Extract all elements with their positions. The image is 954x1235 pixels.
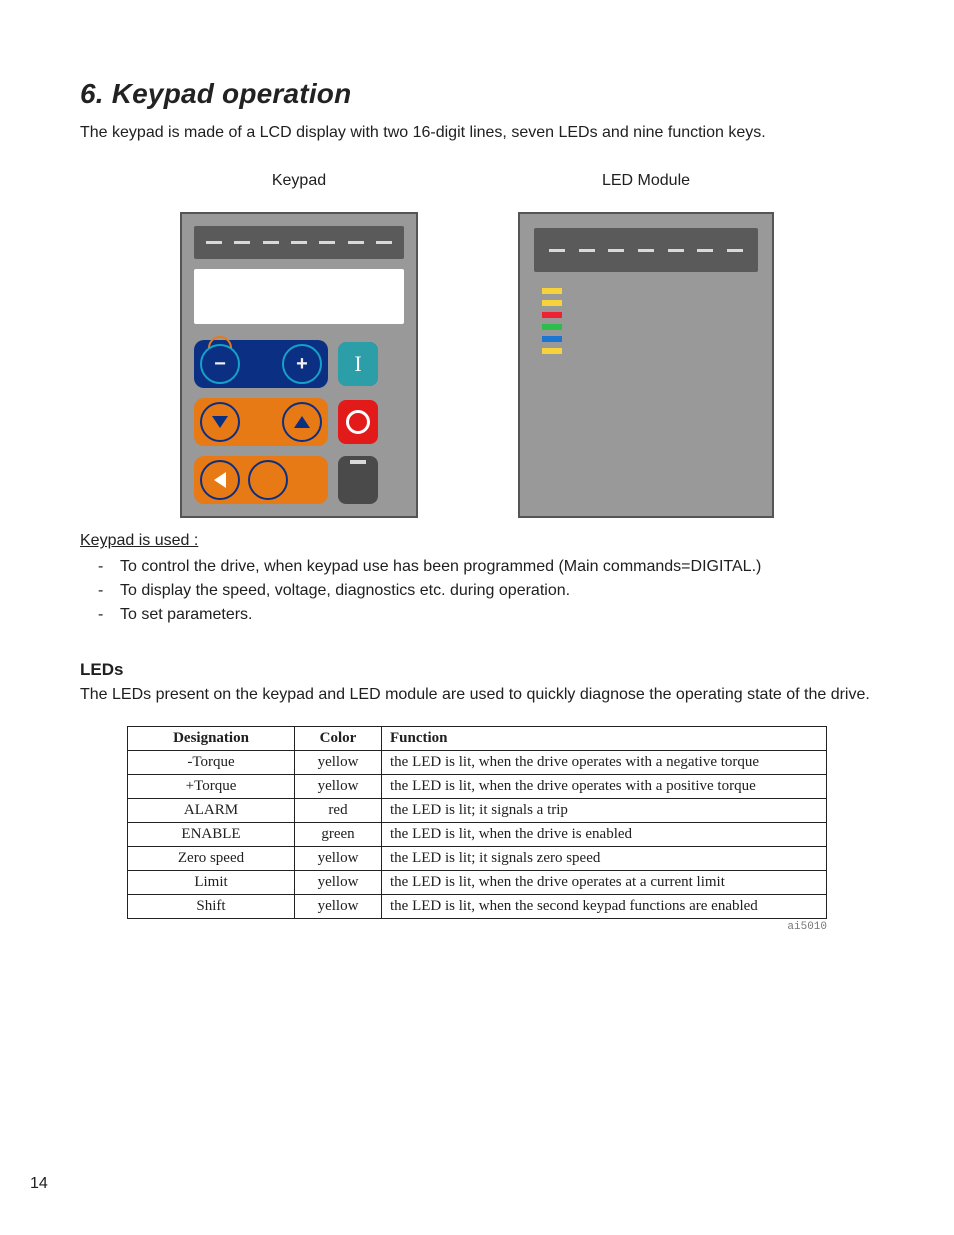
cell-color: red — [295, 799, 382, 823]
led-bar-green — [542, 324, 562, 330]
led-dash — [319, 241, 335, 244]
table-row: +Torque yellow the LED is lit, when the … — [128, 775, 827, 799]
ledmodule-stack — [534, 288, 758, 354]
ledmodule-figure: LED Module — [518, 172, 774, 518]
led-bar-blue — [542, 336, 562, 342]
keypad-used-list: To control the drive, when keypad use ha… — [80, 558, 874, 624]
led-dash — [579, 249, 595, 252]
keypad-used-title: Keypad is used : — [80, 532, 198, 549]
leds-table-wrap: Designation Color Function -Torque yello… — [80, 726, 874, 933]
cell-color: green — [295, 823, 382, 847]
table-row: ENABLE green the LED is lit, when the dr… — [128, 823, 827, 847]
circle-icon — [346, 410, 370, 434]
th-designation: Designation — [128, 727, 295, 751]
cell-designation: Limit — [128, 871, 295, 895]
figure-row: Keypad − + — [80, 172, 874, 518]
led-bar-yellow — [542, 288, 562, 294]
cell-function: the LED is lit, when the drive operates … — [382, 751, 827, 775]
shift-button[interactable] — [338, 456, 378, 504]
keypad-buttons: − + I — [194, 340, 404, 504]
list-item: To display the speed, voltage, diagnosti… — [100, 582, 874, 600]
led-dash — [638, 249, 654, 252]
led-dash — [234, 241, 250, 244]
cell-color: yellow — [295, 751, 382, 775]
cell-designation: -Torque — [128, 751, 295, 775]
led-dash — [206, 241, 222, 244]
leds-paragraph: The LEDs present on the keypad and LED m… — [80, 686, 874, 704]
led-dash — [376, 241, 392, 244]
page-number: 14 — [30, 1175, 48, 1193]
led-dash — [348, 241, 364, 244]
start-button[interactable]: I — [338, 342, 378, 386]
cell-color: yellow — [295, 895, 382, 919]
down-button[interactable] — [200, 402, 240, 442]
keypad-device: − + I — [180, 212, 418, 518]
keypad-top-leds — [194, 226, 404, 259]
cell-function: the LED is lit, when the drive is enable… — [382, 823, 827, 847]
stop-button[interactable] — [338, 400, 378, 444]
slot-icon — [350, 460, 366, 464]
minus-button[interactable]: − — [200, 344, 240, 384]
led-dash — [608, 249, 624, 252]
cell-function: the LED is lit, when the second keypad f… — [382, 895, 827, 919]
triangle-left-icon — [214, 472, 226, 488]
led-dash — [263, 241, 279, 244]
cell-designation: ENABLE — [128, 823, 295, 847]
led-bar-yellow — [542, 300, 562, 306]
led-dash — [727, 249, 743, 252]
plus-button[interactable]: + — [282, 344, 322, 384]
left-button[interactable] — [200, 460, 240, 500]
cell-color: yellow — [295, 775, 382, 799]
table-row: Limit yellow the LED is lit, when the dr… — [128, 871, 827, 895]
leds-table: Designation Color Function -Torque yello… — [127, 726, 827, 919]
led-bar-yellow — [542, 348, 562, 354]
enter-button[interactable] — [248, 460, 288, 500]
table-row: -Torque yellow the LED is lit, when the … — [128, 751, 827, 775]
triangle-up-icon — [294, 416, 310, 428]
cell-color: yellow — [295, 847, 382, 871]
keypad-lcd — [194, 269, 404, 324]
arc-icon — [208, 336, 232, 348]
table-row: Zero speed yellow the LED is lit; it sig… — [128, 847, 827, 871]
table-row: ALARM red the LED is lit; it signals a t… — [128, 799, 827, 823]
up-button[interactable] — [282, 402, 322, 442]
keypad-figure: Keypad − + — [180, 172, 418, 518]
keypad-label: Keypad — [272, 172, 326, 190]
ledmodule-device — [518, 212, 774, 518]
led-dash — [549, 249, 565, 252]
section-heading: 6. Keypad operation — [80, 78, 874, 110]
ledmodule-label: LED Module — [602, 172, 690, 190]
table-row: Shift yellow the LED is lit, when the se… — [128, 895, 827, 919]
cell-function: the LED is lit; it signals a trip — [382, 799, 827, 823]
intro-paragraph: The keypad is made of a LCD display with… — [80, 122, 874, 144]
list-item: To set parameters. — [100, 606, 874, 624]
cell-function: the LED is lit, when the drive operates … — [382, 871, 827, 895]
cell-function: the LED is lit, when the drive operates … — [382, 775, 827, 799]
table-reference: ai5010 — [127, 921, 827, 933]
cell-designation: Zero speed — [128, 847, 295, 871]
left-enter-pill — [194, 456, 328, 504]
th-function: Function — [382, 727, 827, 751]
cell-designation: +Torque — [128, 775, 295, 799]
cell-designation: ALARM — [128, 799, 295, 823]
cell-designation: Shift — [128, 895, 295, 919]
minus-plus-pill: − + — [194, 340, 328, 388]
th-color: Color — [295, 727, 382, 751]
triangle-down-icon — [212, 416, 228, 428]
down-up-pill — [194, 398, 328, 446]
cell-color: yellow — [295, 871, 382, 895]
led-dash — [668, 249, 684, 252]
led-dash — [291, 241, 307, 244]
ledmodule-top-leds — [534, 228, 758, 272]
led-dash — [697, 249, 713, 252]
list-item: To control the drive, when keypad use ha… — [100, 558, 874, 576]
cell-function: the LED is lit; it signals zero speed — [382, 847, 827, 871]
led-bar-red — [542, 312, 562, 318]
leds-subheading: LEDs — [80, 660, 874, 680]
